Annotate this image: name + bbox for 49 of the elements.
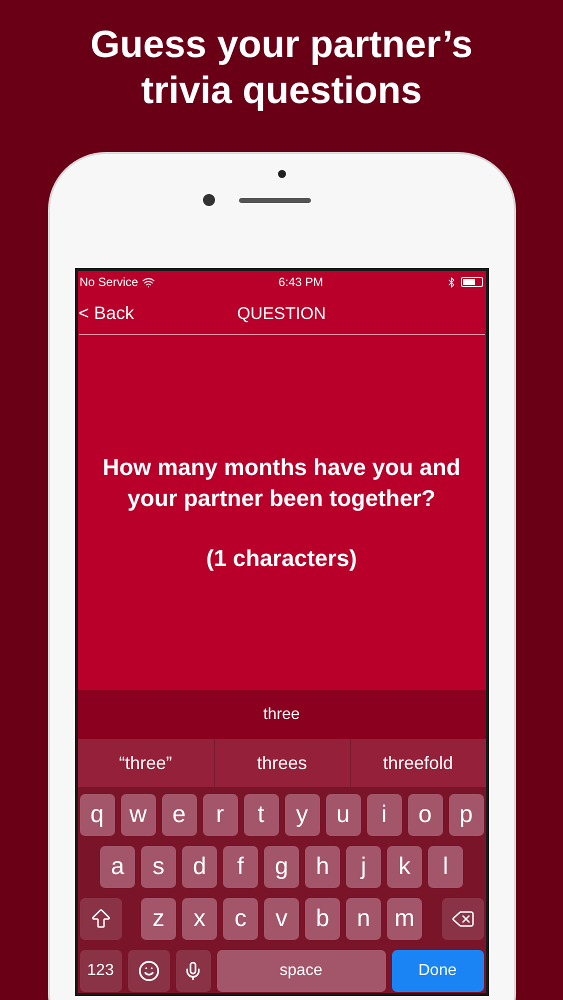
keyboard-key[interactable]: e [162,794,196,836]
hint-text: (1 characters) [206,544,357,573]
suggestion-item[interactable]: “three” [78,739,214,787]
numbers-key[interactable]: 123 [80,950,122,992]
keyboard-key[interactable]: i [366,794,402,836]
keyboard-key[interactable]: d [182,846,217,888]
keyboard-key[interactable]: m [387,898,422,940]
keyboard-key[interactable]: f [223,846,258,888]
dictation-key[interactable] [176,950,210,992]
keyboard-key[interactable]: o [408,794,442,836]
shift-key[interactable] [80,898,122,940]
clock-text: 6:43 PM [278,274,324,291]
carrier-text: No Service [80,274,138,291]
keyboard-key[interactable]: w [120,794,156,836]
delete-key[interactable] [442,898,484,940]
emoji-key[interactable] [128,950,170,992]
keyboard-key[interactable]: t [244,794,278,836]
screen-title: QUESTION [237,302,326,325]
keyboard-key[interactable]: l [428,846,463,888]
keyboard-key[interactable]: q [80,794,114,836]
keyboard-key[interactable]: r [202,794,238,836]
keyboard-key[interactable]: j [346,846,381,888]
keyboard-key[interactable]: v [264,898,299,940]
emoji-icon [138,960,160,982]
keyboard-key[interactable]: c [223,898,258,940]
back-link[interactable]: < Back [78,300,134,327]
keyboard-key[interactable]: g [264,846,299,888]
space-key[interactable]: space [216,950,386,992]
keyboard-key[interactable]: b [305,898,340,940]
keyboard-key[interactable]: s [141,846,176,888]
question-text: How many months have you and your partner been together? [102,452,462,513]
camera-icon [278,170,286,178]
bluetooth-icon [446,276,458,288]
battery-icon [461,277,484,287]
done-key[interactable]: Done [392,950,484,992]
keyboard-key[interactable]: n [346,898,381,940]
keyboard-key[interactable]: u [326,794,360,836]
wifi-icon [142,276,156,288]
speaker-icon [238,198,310,202]
keyboard-key[interactable]: z [141,898,176,940]
keyboard-key[interactable]: k [387,846,422,888]
keyboard-key[interactable]: p [448,794,484,836]
keyboard-key[interactable]: h [305,846,340,888]
answer-field[interactable]: three [78,690,486,739]
sensor-icon [202,194,214,206]
headline: Guess your partner’s trivia questions [89,23,474,114]
keyboard-key[interactable]: y [284,794,320,836]
keyboard-key[interactable]: x [182,898,217,940]
keyboard-key[interactable]: a [100,846,135,888]
